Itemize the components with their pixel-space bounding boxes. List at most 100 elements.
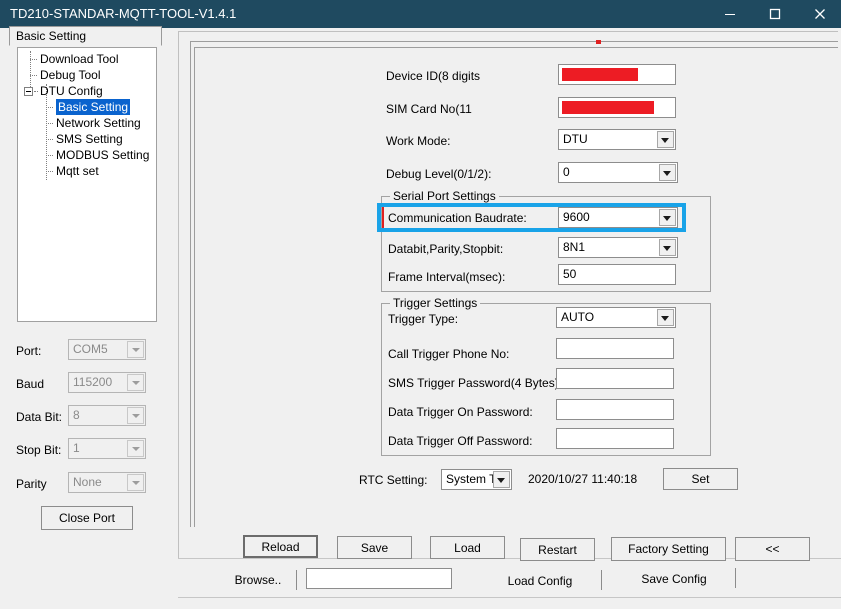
- save-button[interactable]: Save: [337, 536, 412, 559]
- device-id-label: Device ID(8 digits: [386, 69, 481, 83]
- data-bit-value: 8: [73, 408, 80, 422]
- tree-item-label: Debug Tool: [40, 68, 101, 82]
- chevron-down-icon: [127, 341, 144, 358]
- data-trigger-off-password-label: Data Trigger Off Password:: [388, 434, 533, 448]
- browse-button[interactable]: Browse..: [222, 569, 294, 591]
- collapse-expander-icon[interactable]: [24, 87, 33, 96]
- data-bit-dropdown[interactable]: 8: [68, 405, 146, 426]
- frame-interval-label: Frame Interval(msec):: [388, 270, 506, 284]
- maximize-icon: [769, 8, 780, 20]
- tree-item-dtu-config[interactable]: DTU Config: [18, 83, 156, 99]
- factory-setting-button[interactable]: Factory Setting: [611, 537, 726, 561]
- window-title: TD210-STANDAR-MQTT-TOOL-V1.4.1: [10, 6, 237, 21]
- maximize-button[interactable]: [752, 0, 797, 28]
- chevron-down-icon[interactable]: [657, 131, 674, 148]
- tree-dash: [30, 59, 37, 60]
- red-marker: [596, 40, 601, 44]
- trigger-type-dropdown[interactable]: AUTO: [556, 307, 676, 328]
- debug-level-value: 0: [563, 165, 570, 179]
- tree-item-mqtt-set[interactable]: Mqtt set: [18, 163, 156, 179]
- sim-card-label: SIM Card No(11: [386, 102, 472, 116]
- rtc-set-button[interactable]: Set: [663, 468, 738, 490]
- stop-bit-dropdown[interactable]: 1: [68, 438, 146, 459]
- port-value: COM5: [73, 342, 108, 356]
- tree-dash: [46, 123, 53, 124]
- debug-level-dropdown[interactable]: 0: [558, 162, 678, 183]
- toolbar-separator: [296, 570, 297, 590]
- tree-item-sms-setting[interactable]: SMS Setting: [18, 131, 156, 147]
- tree-item-label: Network Setting: [56, 116, 141, 130]
- tree-item-label: SMS Setting: [56, 132, 123, 146]
- tree-item-basic-setting[interactable]: Basic Setting: [18, 99, 156, 115]
- device-id-input[interactable]: [558, 64, 676, 85]
- data-trigger-off-password-input[interactable]: [556, 428, 674, 449]
- tree-item-modbus-setting[interactable]: MODBUS Setting: [18, 147, 156, 163]
- toolbar-separator: [735, 568, 736, 588]
- chevron-down-icon: [127, 374, 144, 391]
- tree-dash: [46, 155, 53, 156]
- chevron-down-icon[interactable]: [659, 209, 676, 226]
- tree-item-network-setting[interactable]: Network Setting: [18, 115, 156, 131]
- redaction-bar: [562, 68, 638, 81]
- bottom-divider: [178, 597, 841, 598]
- save-config-button[interactable]: Save Config: [615, 568, 733, 590]
- rtc-mode-value: System Ti: [446, 472, 494, 486]
- tree-item-label: MODBUS Setting: [56, 148, 150, 162]
- reload-button[interactable]: Reload: [243, 535, 318, 558]
- data-trigger-on-password-input[interactable]: [556, 399, 674, 420]
- databit-parity-stopbit-dropdown[interactable]: 8N1: [558, 237, 678, 258]
- data-bit-label: Data Bit:: [16, 410, 63, 424]
- call-trigger-phone-input[interactable]: [556, 338, 674, 359]
- databit-parity-stopbit-value: 8N1: [563, 240, 586, 254]
- debug-level-label: Debug Level(0/1/2):: [386, 167, 492, 181]
- serial-port-settings-title: Serial Port Settings: [390, 189, 499, 203]
- tree-dash: [30, 75, 37, 76]
- rtc-setting-label: RTC Setting:: [359, 473, 428, 487]
- chevron-down-icon: [127, 474, 144, 491]
- chevron-down-icon[interactable]: [657, 309, 674, 326]
- red-accent-strip: [382, 206, 384, 230]
- close-button[interactable]: [797, 0, 841, 28]
- stop-bit-value: 1: [73, 441, 80, 455]
- work-mode-value: DTU: [563, 132, 588, 146]
- title-bar: TD210-STANDAR-MQTT-TOOL-V1.4.1: [0, 0, 841, 28]
- chevron-down-icon[interactable]: [493, 471, 510, 488]
- trigger-type-label: Trigger Type:: [388, 312, 459, 326]
- close-icon: [814, 9, 825, 19]
- trigger-settings-title: Trigger Settings: [390, 296, 481, 310]
- tree-item-label-selected: Basic Setting: [56, 99, 131, 115]
- tree-item-label: Mqtt set: [56, 164, 99, 178]
- tree-item-download-tool[interactable]: Download Tool: [18, 51, 156, 67]
- toolbar-separator: [601, 570, 602, 590]
- config-path-input[interactable]: [306, 568, 452, 589]
- port-dropdown[interactable]: COM5: [68, 339, 146, 360]
- baud-value: 115200: [73, 375, 113, 389]
- port-label: Port:: [16, 344, 42, 358]
- close-port-button[interactable]: Close Port: [41, 506, 133, 530]
- baudrate-value: 9600: [563, 210, 590, 224]
- chevron-down-icon[interactable]: [659, 164, 676, 181]
- baudrate-dropdown[interactable]: 9600: [558, 207, 678, 228]
- collapse-button[interactable]: <<: [735, 537, 810, 561]
- chevron-down-icon: [127, 440, 144, 457]
- sms-trigger-password-input[interactable]: [556, 368, 674, 389]
- tree-item-label: Download Tool: [40, 52, 119, 66]
- chevron-down-icon: [127, 407, 144, 424]
- frame-interval-value: 50: [563, 267, 577, 281]
- restart-button[interactable]: Restart: [520, 538, 595, 561]
- sms-trigger-password-label: SMS Trigger Password(4 Bytes):: [388, 376, 563, 390]
- minimize-button[interactable]: [707, 0, 752, 28]
- sim-card-input[interactable]: [558, 97, 676, 118]
- load-button[interactable]: Load: [430, 536, 505, 559]
- frame-interval-input[interactable]: 50: [558, 264, 676, 285]
- tree-item-debug-tool[interactable]: Debug Tool: [18, 67, 156, 83]
- baud-dropdown[interactable]: 115200: [68, 372, 146, 393]
- tree-dash: [46, 171, 53, 172]
- chevron-down-icon[interactable]: [659, 239, 676, 256]
- tab-basic-setting[interactable]: Basic Setting: [9, 26, 162, 46]
- work-mode-dropdown[interactable]: DTU: [558, 129, 676, 150]
- rtc-mode-dropdown[interactable]: System Ti: [441, 469, 512, 490]
- parity-dropdown[interactable]: None: [68, 472, 146, 493]
- parity-label: Parity: [16, 477, 47, 491]
- load-config-button[interactable]: Load Config: [481, 570, 599, 592]
